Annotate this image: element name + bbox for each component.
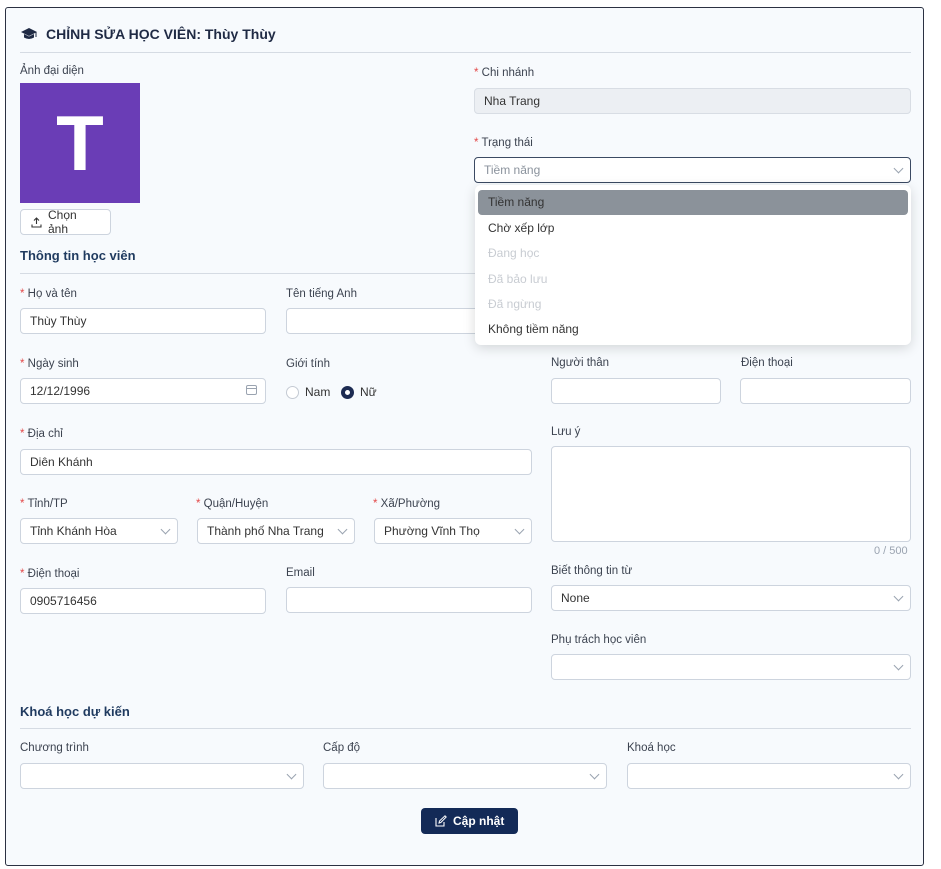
- status-option: Đã bảo lưu: [488, 272, 548, 286]
- source-select[interactable]: None: [551, 585, 911, 611]
- manager-value: [551, 654, 911, 680]
- email-label: Email: [286, 567, 315, 579]
- upload-avatar-button[interactable]: Chọn ảnh: [20, 208, 111, 236]
- manager-select[interactable]: [551, 654, 911, 680]
- address-field[interactable]: Diên Khánh: [20, 449, 532, 475]
- course-value: [627, 763, 911, 789]
- status-option: Đã ngừng: [488, 297, 542, 311]
- status-select-value: Tiềm năng: [474, 157, 911, 183]
- program-value: [20, 763, 304, 789]
- program-select[interactable]: [20, 763, 304, 789]
- branch-field: Nha Trang: [474, 88, 911, 114]
- status-option: Đang học: [488, 246, 540, 260]
- status-option[interactable]: Chờ xếp lớp: [478, 216, 908, 241]
- english-name-label: Tên tiếng Anh: [286, 288, 357, 300]
- relative-field[interactable]: [551, 378, 721, 404]
- update-button-label: Cập nhật: [453, 814, 505, 828]
- level-label: Cấp độ: [323, 742, 361, 754]
- address-label: Địa chỉ: [20, 428, 63, 440]
- dob-picker[interactable]: 12/12/1996: [20, 378, 266, 404]
- upload-avatar-label: Chọn ảnh: [47, 208, 77, 236]
- radio-unchecked-icon: [286, 385, 299, 399]
- dob-field: 12/12/1996: [20, 378, 266, 404]
- calendar-icon: [246, 385, 257, 395]
- course-label: Khoá học: [627, 742, 676, 754]
- district-value: Thành phố Nha Trang: [197, 518, 355, 544]
- avatar: T: [20, 83, 140, 203]
- gender-female-label: Nữ: [360, 385, 377, 399]
- level-select[interactable]: [323, 763, 607, 789]
- email-field[interactable]: [286, 587, 532, 613]
- status-option[interactable]: Tiềm năng: [478, 190, 908, 215]
- gender-male-label: Nam: [305, 385, 331, 399]
- page-title-text: CHỈNH SỬA HỌC VIÊN: Thùy Thùy: [46, 26, 276, 42]
- province-value: Tỉnh Khánh Hòa: [20, 518, 178, 544]
- branch-label: Chi nhánh: [474, 67, 534, 79]
- radio-checked-icon: [341, 385, 354, 399]
- course-divider: [20, 728, 911, 729]
- title-divider: [20, 52, 911, 53]
- full-name-field[interactable]: Thùy Thùy: [20, 308, 266, 334]
- level-value: [323, 763, 607, 789]
- edit-icon: [435, 815, 447, 827]
- note-counter: 0 / 500: [874, 545, 908, 557]
- gender-radio-female[interactable]: Nữ: [341, 385, 377, 399]
- page-title: CHỈNH SỬA HỌC VIÊN: Thùy Thùy: [20, 26, 276, 42]
- status-option[interactable]: Không tiềm năng: [478, 317, 908, 342]
- manager-label: Phụ trách học viên: [551, 634, 647, 646]
- province-label: Tỉnh/TP: [20, 498, 67, 510]
- phone-field[interactable]: 0905716456: [20, 588, 266, 614]
- course-select[interactable]: [627, 763, 911, 789]
- status-dropdown-menu: Tiềm năng Chờ xếp lớp Đang học Đã bảo lư…: [475, 185, 911, 345]
- district-select[interactable]: Thành phố Nha Trang: [197, 518, 355, 544]
- relative-phone-field[interactable]: [740, 378, 911, 404]
- ward-label: Xã/Phường: [373, 498, 440, 510]
- program-label: Chương trình: [20, 742, 89, 754]
- ward-select[interactable]: Phường Vĩnh Thọ: [374, 518, 532, 544]
- source-value: None: [551, 585, 911, 611]
- district-label: Quận/Huyện: [196, 498, 269, 510]
- gender-radio-male[interactable]: Nam: [286, 385, 330, 399]
- source-label: Biết thông tin từ: [551, 565, 633, 577]
- status-select[interactable]: Tiềm năng: [474, 157, 911, 183]
- province-select[interactable]: Tỉnh Khánh Hòa: [20, 518, 178, 544]
- avatar-label: Ảnh đại diện: [20, 65, 84, 77]
- gender-label: Giới tính: [286, 358, 330, 370]
- dob-label: Ngày sinh: [20, 358, 79, 370]
- relative-phone-label: Điện thoại: [741, 357, 793, 369]
- upload-icon: [31, 216, 42, 228]
- relative-label: Người thân: [551, 357, 610, 369]
- ward-value: Phường Vĩnh Thọ: [374, 518, 532, 544]
- phone-label: Điện thoại: [20, 568, 80, 580]
- update-button[interactable]: Cập nhật: [421, 808, 519, 834]
- student-info-heading: Thông tin học viên: [20, 248, 136, 263]
- full-name-label: Họ và tên: [20, 288, 77, 300]
- status-label: Trạng thái: [474, 137, 532, 149]
- graduation-cap-icon: [21, 28, 37, 39]
- note-label: Lưu ý: [551, 426, 581, 438]
- edit-student-card: CHỈNH SỬA HỌC VIÊN: Thùy Thùy Ảnh đại di…: [5, 7, 924, 866]
- course-heading: Khoá học dự kiến: [20, 704, 130, 719]
- note-textarea[interactable]: [551, 446, 911, 542]
